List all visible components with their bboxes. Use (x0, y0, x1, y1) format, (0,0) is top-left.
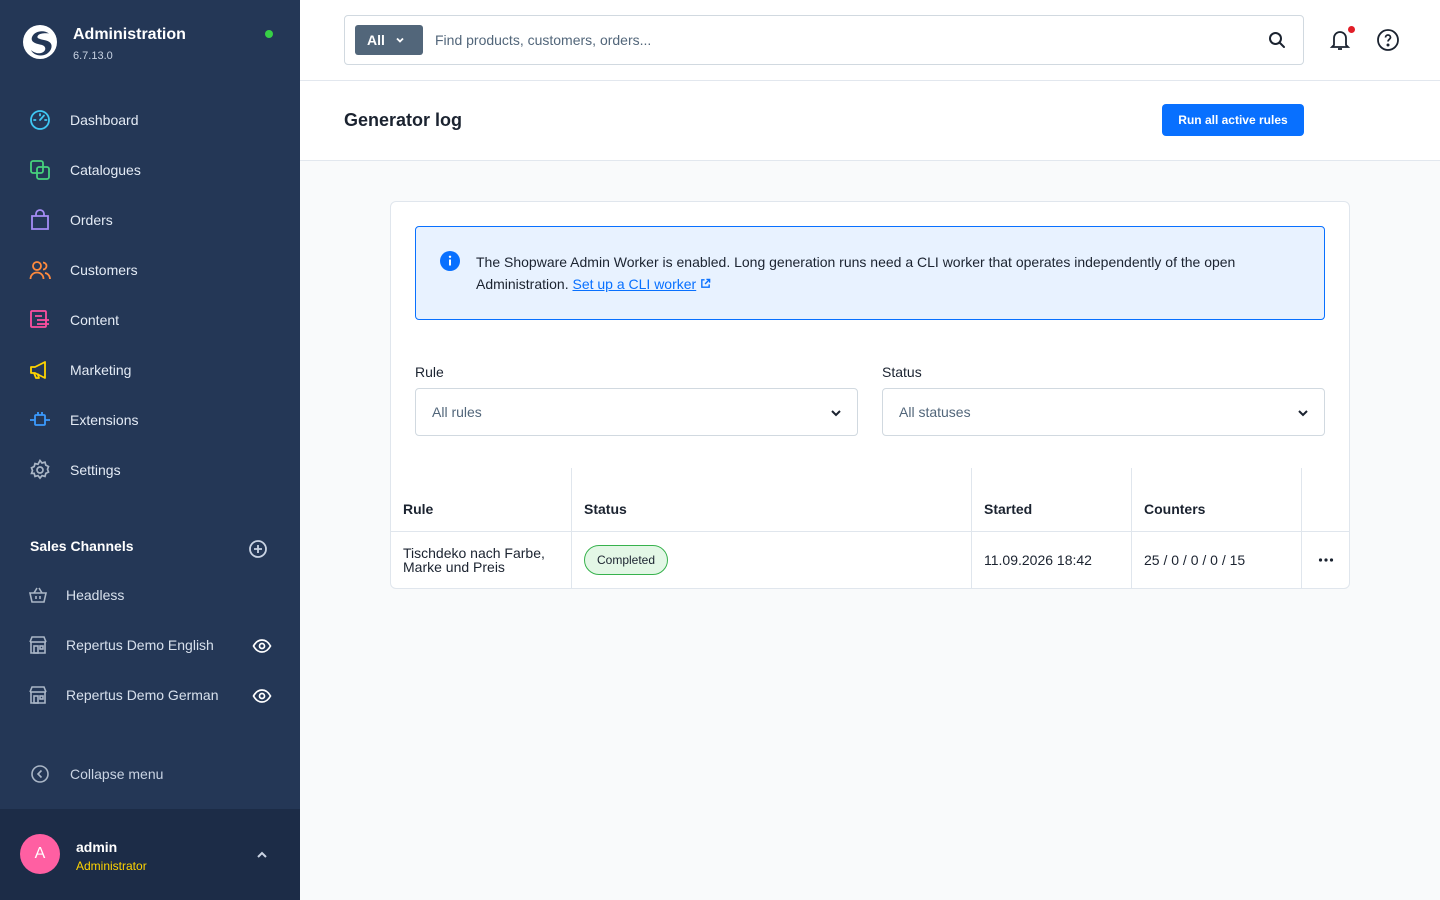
nav-item-catalogues[interactable]: Catalogues (0, 145, 300, 195)
rule-name: Tischdeko nach Farbe, Marke und Preis (403, 546, 545, 574)
sales-channel-headless[interactable]: Headless (0, 570, 300, 620)
nav-label: Settings (70, 462, 121, 478)
rule-name-line: Tischdeko nach Farbe, (403, 545, 545, 561)
search-input[interactable] (435, 26, 1235, 54)
app-version: 6.7.13.0 (73, 50, 113, 62)
rule-name-line: Marke und Preis (403, 559, 505, 575)
started-cell: 11.09.2026 18:42 (971, 532, 1131, 588)
rule-filter-label: Rule (415, 364, 444, 380)
add-sales-channel-icon[interactable] (248, 539, 268, 559)
rule-filter-value: All rules (432, 404, 482, 420)
sales-channel-repertus-demo-english[interactable]: Repertus Demo English (0, 620, 300, 670)
user-panel[interactable]: A admin Administrator (0, 809, 300, 900)
rule-filter-select[interactable]: All rules (415, 388, 858, 436)
notification-badge (1348, 26, 1355, 33)
eye-icon[interactable] (252, 686, 272, 706)
column-header-started[interactable]: Started (971, 468, 1131, 531)
main-content: The Shopware Admin Worker is enabled. Lo… (300, 161, 1440, 900)
chevron-left-circle-icon (31, 765, 49, 783)
nav-label: Orders (70, 212, 113, 228)
chevron-up-icon[interactable] (254, 847, 270, 863)
catalogues-icon (28, 158, 52, 182)
search-icon[interactable] (1268, 31, 1286, 49)
info-alert: The Shopware Admin Worker is enabled. Lo… (415, 226, 1325, 320)
rule-cell: Tischdeko nach Farbe, Marke und Preis (391, 532, 571, 588)
nav-item-extensions[interactable]: Extensions (0, 395, 300, 445)
shopware-logo-icon[interactable] (22, 24, 58, 60)
counters-cell: 25 / 0 / 0 / 0 / 15 (1131, 532, 1301, 588)
nav-label: Customers (70, 262, 138, 278)
marketing-icon (28, 358, 52, 382)
chevron-down-icon (396, 37, 404, 43)
global-search: All (344, 15, 1304, 65)
status-filter-select[interactable]: All statuses (882, 388, 1325, 436)
eye-icon[interactable] (252, 636, 272, 656)
run-all-active-rules-button[interactable]: Run all active rules (1162, 104, 1304, 136)
more-options-icon[interactable] (1316, 550, 1336, 570)
brand: Administration 6.7.13.0 (22, 24, 186, 62)
status-cell: Completed (571, 532, 971, 588)
generator-log-table: Rule Status Started Counters Tischdeko n… (391, 468, 1349, 588)
extensions-icon (28, 408, 52, 432)
column-header-status[interactable]: Status (571, 468, 971, 531)
sidebar: Administration 6.7.13.0 Dashboard Catalo… (0, 0, 300, 900)
dashboard-icon (28, 108, 52, 132)
app-title: Administration (73, 26, 186, 43)
page-header: Generator log Run all active rules (300, 81, 1440, 161)
chevron-down-icon (831, 410, 841, 417)
alert-message: The Shopware Admin Worker is enabled. Lo… (476, 251, 1306, 295)
external-link-icon[interactable] (700, 278, 711, 289)
sales-channel-list: Headless Repertus Demo English Repertus … (0, 570, 300, 720)
search-type-dropdown[interactable]: All (355, 25, 423, 55)
cli-worker-link-label: Set up a CLI worker (572, 276, 697, 292)
nav-item-orders[interactable]: Orders (0, 195, 300, 245)
nav-label: Catalogues (70, 162, 141, 178)
orders-icon (28, 208, 52, 232)
actions-cell (1301, 532, 1349, 588)
help-icon[interactable] (1376, 28, 1400, 52)
storefront-icon (29, 636, 47, 654)
topbar: All (300, 0, 1440, 81)
status-filter-label: Status (882, 364, 922, 380)
user-name: admin (76, 839, 118, 855)
status-badge: Completed (584, 545, 669, 575)
nav-label: Marketing (70, 362, 132, 378)
nav-label: Dashboard (70, 112, 139, 128)
nav-item-dashboard[interactable]: Dashboard (0, 95, 300, 145)
collapse-menu-label: Collapse menu (70, 766, 164, 782)
sales-channel-label: Repertus Demo German (66, 687, 219, 703)
status-filter-value: All statuses (899, 404, 971, 420)
collapse-menu-button[interactable]: Collapse menu (30, 764, 163, 784)
sales-channel-label: Repertus Demo English (66, 637, 214, 653)
generator-log-card: The Shopware Admin Worker is enabled. Lo… (390, 201, 1350, 589)
avatar: A (20, 834, 60, 874)
chevron-down-icon (1298, 410, 1308, 417)
sales-channel-repertus-demo-german[interactable]: Repertus Demo German (0, 670, 300, 720)
column-header-rule[interactable]: Rule (391, 468, 571, 531)
online-status-indicator (265, 30, 273, 38)
nav-item-customers[interactable]: Customers (0, 245, 300, 295)
info-icon (440, 251, 460, 271)
content-icon (28, 308, 52, 332)
nav-label: Extensions (70, 412, 139, 428)
page-title: Generator log (344, 110, 463, 130)
nav-item-marketing[interactable]: Marketing (0, 345, 300, 395)
settings-icon (28, 458, 52, 482)
search-type-label: All (367, 32, 385, 48)
main-nav: Dashboard Catalogues Orders Customers Co… (0, 95, 300, 495)
customers-icon (28, 258, 52, 282)
column-header-actions (1301, 468, 1349, 531)
storefront-icon (29, 686, 47, 704)
cli-worker-link[interactable]: Set up a CLI worker (572, 276, 696, 292)
sales-channel-label: Headless (66, 587, 125, 603)
nav-item-content[interactable]: Content (0, 295, 300, 345)
nav-item-settings[interactable]: Settings (0, 445, 300, 495)
sales-channels-title: Sales Channels (30, 538, 134, 554)
table-header: Rule Status Started Counters (391, 468, 1349, 532)
user-role: Administrator (76, 859, 147, 873)
basket-icon (29, 587, 47, 603)
table-row[interactable]: Tischdeko nach Farbe, Marke und Preis Co… (391, 532, 1349, 588)
nav-label: Content (70, 312, 120, 328)
column-header-counters[interactable]: Counters (1131, 468, 1301, 531)
